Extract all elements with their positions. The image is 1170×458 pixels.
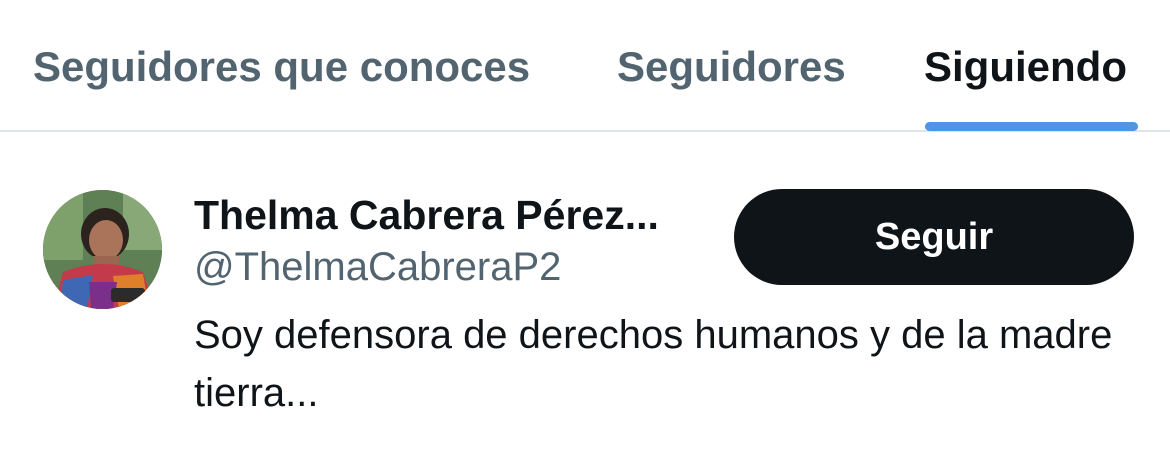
tab-followers[interactable]: Seguidores bbox=[617, 40, 846, 94]
user-list-item[interactable]: Thelma Cabrera Pérez... @ThelmaCabreraP2… bbox=[0, 133, 1170, 458]
display-name[interactable]: Thelma Cabrera Pérez... bbox=[194, 189, 659, 241]
user-bio: Soy defensora de derechos humanos y de l… bbox=[194, 313, 1113, 415]
username-handle[interactable]: @ThelmaCabreraP2 bbox=[194, 241, 561, 293]
follow-button[interactable]: Seguir bbox=[734, 189, 1134, 285]
avatar-photo-icon bbox=[43, 190, 162, 309]
active-tab-indicator bbox=[925, 122, 1138, 131]
avatar[interactable] bbox=[43, 190, 162, 309]
follow-button-label: Seguir bbox=[874, 215, 994, 258]
tab-followers-you-know[interactable]: Seguidores que conoces bbox=[33, 40, 530, 94]
tab-following[interactable]: Siguiendo bbox=[924, 40, 1127, 94]
tab-bar: Seguidores que conoces Seguidores Siguie… bbox=[0, 0, 1170, 132]
following-list-page: Seguidores que conoces Seguidores Siguie… bbox=[0, 0, 1170, 458]
